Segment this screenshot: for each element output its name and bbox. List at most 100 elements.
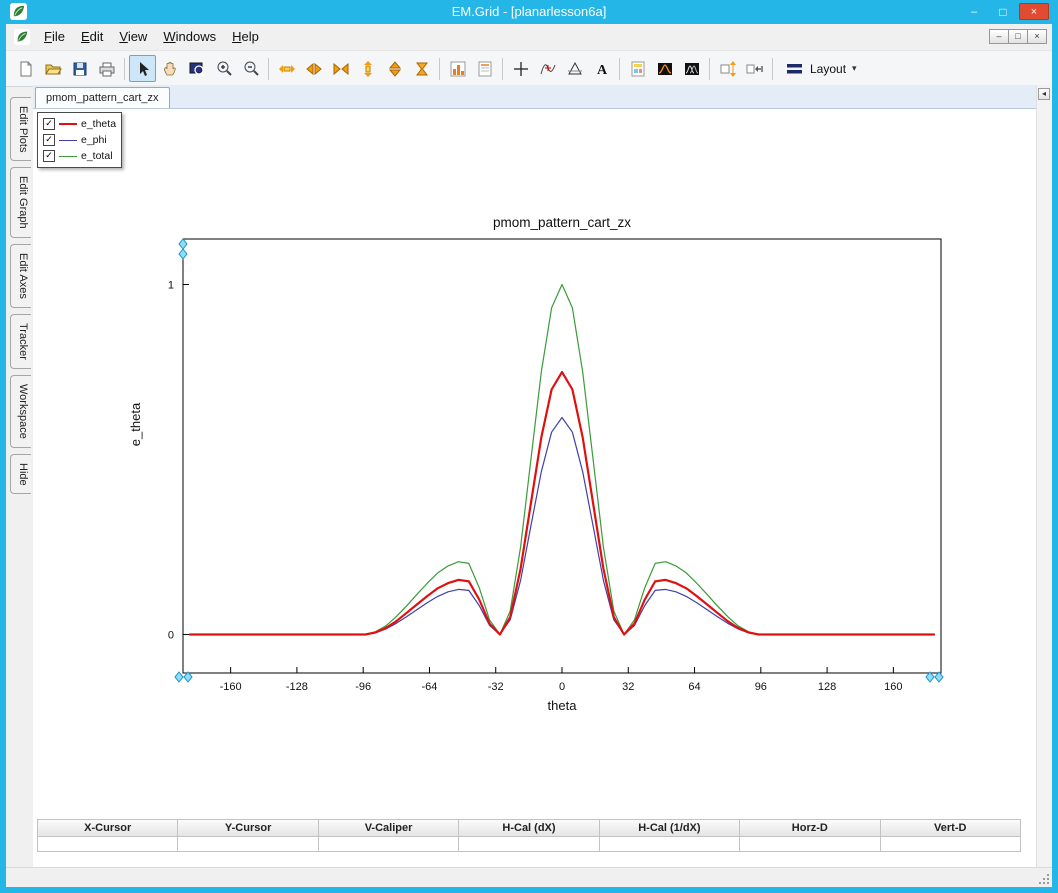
autoscale-icon	[413, 60, 431, 78]
content-region: Edit Plots Edit Graph Edit Axes Tracker Work…	[6, 85, 1052, 868]
expand-x-icon	[278, 60, 296, 78]
autoscale-button[interactable]	[408, 55, 435, 82]
caliper-icon	[566, 60, 584, 78]
menu-help[interactable]: Help	[224, 25, 267, 48]
mdi-close-button[interactable]: ×	[1027, 29, 1047, 44]
menu-windows[interactable]: Windows	[155, 25, 224, 48]
scroll-x-button[interactable]	[300, 55, 327, 82]
menubar-items: File Edit View Windows Help	[36, 28, 267, 46]
menu-edit[interactable]: Edit	[73, 25, 111, 48]
resize-grip[interactable]	[1037, 872, 1049, 884]
legend-line-swatch	[59, 139, 77, 141]
legend-item[interactable]: ✓ e_phi	[43, 132, 116, 148]
window-body: File Edit View Windows Help – □ × A Layout ▾ Edi…	[6, 24, 1052, 887]
menu-view[interactable]: View	[111, 25, 155, 48]
sidebar-tab-tracker[interactable]: Tracker	[10, 313, 31, 369]
axis-handle-icon[interactable]	[178, 248, 188, 260]
sidebar-tab-hide[interactable]: Hide	[10, 453, 31, 495]
sidebar-tab-workspace[interactable]: Workspace	[10, 374, 31, 448]
zoom-out-button[interactable]	[237, 55, 264, 82]
x-tick-label: 128	[818, 681, 836, 693]
select-icon	[134, 60, 152, 78]
x-tick-label: -64	[422, 681, 438, 693]
sidebar-tab-edit-axes[interactable]: Edit Axes	[10, 244, 31, 308]
legend-checkbox[interactable]: ✓	[43, 150, 55, 162]
statusbar	[6, 867, 1052, 887]
scroll-y-button[interactable]	[381, 55, 408, 82]
open-button[interactable]	[39, 55, 66, 82]
x-axis-label: theta	[547, 698, 577, 713]
svg-text:A: A	[596, 63, 607, 78]
fit-horizontal-button[interactable]	[741, 55, 768, 82]
histogram-icon	[449, 60, 467, 78]
zoom-in-button[interactable]	[210, 55, 237, 82]
mdi-minimize-button[interactable]: –	[989, 29, 1009, 44]
legend-item[interactable]: ✓ e_theta	[43, 116, 116, 132]
fit-vertical-button[interactable]	[714, 55, 741, 82]
toolbar-separator	[268, 57, 269, 80]
readout-table: X-Cursor Y-Cursor V-Caliper H-Cal (dX) H-Cal…	[37, 819, 1021, 852]
zoom-window-button[interactable]	[183, 55, 210, 82]
new-button[interactable]	[12, 55, 39, 82]
legend-item[interactable]: ✓ e_total	[43, 148, 116, 164]
plot-dark-2-button[interactable]	[678, 55, 705, 82]
tracker-button[interactable]	[534, 55, 561, 82]
tabstrip-scroll-button[interactable]: ◂	[1038, 88, 1050, 100]
text-tool-icon: A	[593, 60, 611, 78]
print-button[interactable]	[93, 55, 120, 82]
zoom-window-icon	[188, 60, 206, 78]
titlebar: EM.Grid - [planarlesson6a] – □ ×	[0, 0, 1058, 24]
minimize-button[interactable]: –	[961, 3, 987, 20]
x-tick-label: -32	[488, 681, 504, 693]
compress-x-button[interactable]	[327, 55, 354, 82]
legend-label: e_phi	[81, 134, 107, 146]
plot-dark-1-icon	[656, 60, 674, 78]
pan-button[interactable]	[156, 55, 183, 82]
chevron-down-icon: ▾	[852, 63, 857, 73]
scroll-x-icon	[305, 60, 323, 78]
legend-checkbox[interactable]: ✓	[43, 118, 55, 130]
x-tick-label: 0	[559, 681, 565, 693]
caliper-button[interactable]	[561, 55, 588, 82]
readout-header-cell: Horz-D	[739, 819, 881, 837]
readout-header-row: X-Cursor Y-Cursor V-Caliper H-Cal (dX) H-Cal…	[37, 819, 1021, 837]
histogram-button[interactable]	[444, 55, 471, 82]
document-area: pmom_pattern_cart_zx -160 -128 -96 -64 -32 0 3…	[33, 85, 1052, 868]
axis-handle-icon[interactable]	[178, 238, 188, 250]
expand-y-button[interactable]	[354, 55, 381, 82]
text-tool-button[interactable]: A	[588, 55, 615, 82]
y-axis-label: e_theta	[128, 402, 144, 447]
readout-header-cell: Vert-D	[879, 819, 1021, 837]
legend-checkbox[interactable]: ✓	[43, 134, 55, 146]
plot-dark-1-button[interactable]	[651, 55, 678, 82]
data-sheet-button[interactable]	[471, 55, 498, 82]
scroll-y-icon	[386, 60, 404, 78]
series-line-e_phi[interactable]	[189, 416, 935, 636]
menu-file[interactable]: File	[36, 25, 73, 48]
data-sheet-icon	[476, 60, 494, 78]
series-line-e_total[interactable]	[189, 283, 935, 636]
open-icon	[44, 60, 62, 78]
page-color-button[interactable]	[624, 55, 651, 82]
save-button[interactable]	[66, 55, 93, 82]
close-button[interactable]: ×	[1019, 3, 1049, 20]
layout-button[interactable]: Layout ▾	[777, 55, 866, 82]
readout-value-cell	[598, 837, 741, 852]
expand-x-button[interactable]	[273, 55, 300, 82]
crosshair-button[interactable]	[507, 55, 534, 82]
sidebar-tab-edit-graph[interactable]: Edit Graph	[10, 167, 31, 239]
x-tick-label: -128	[286, 681, 308, 693]
axis-handle-icon[interactable]	[174, 671, 184, 683]
readout-header-cell: V-Caliper	[317, 819, 460, 837]
maximize-button[interactable]: □	[990, 3, 1016, 20]
pan-icon	[161, 60, 179, 78]
select-button[interactable]	[129, 55, 156, 82]
toolbar: A Layout ▾	[6, 50, 1052, 87]
sidebar-tab-edit-plots[interactable]: Edit Plots	[10, 97, 31, 162]
mdi-restore-button[interactable]: □	[1008, 29, 1028, 44]
series-line-e_theta[interactable]	[189, 370, 935, 636]
print-icon	[98, 60, 116, 78]
toolbar-separator	[619, 57, 620, 80]
plot-frame	[182, 238, 942, 674]
readout-value-cell	[177, 837, 319, 852]
